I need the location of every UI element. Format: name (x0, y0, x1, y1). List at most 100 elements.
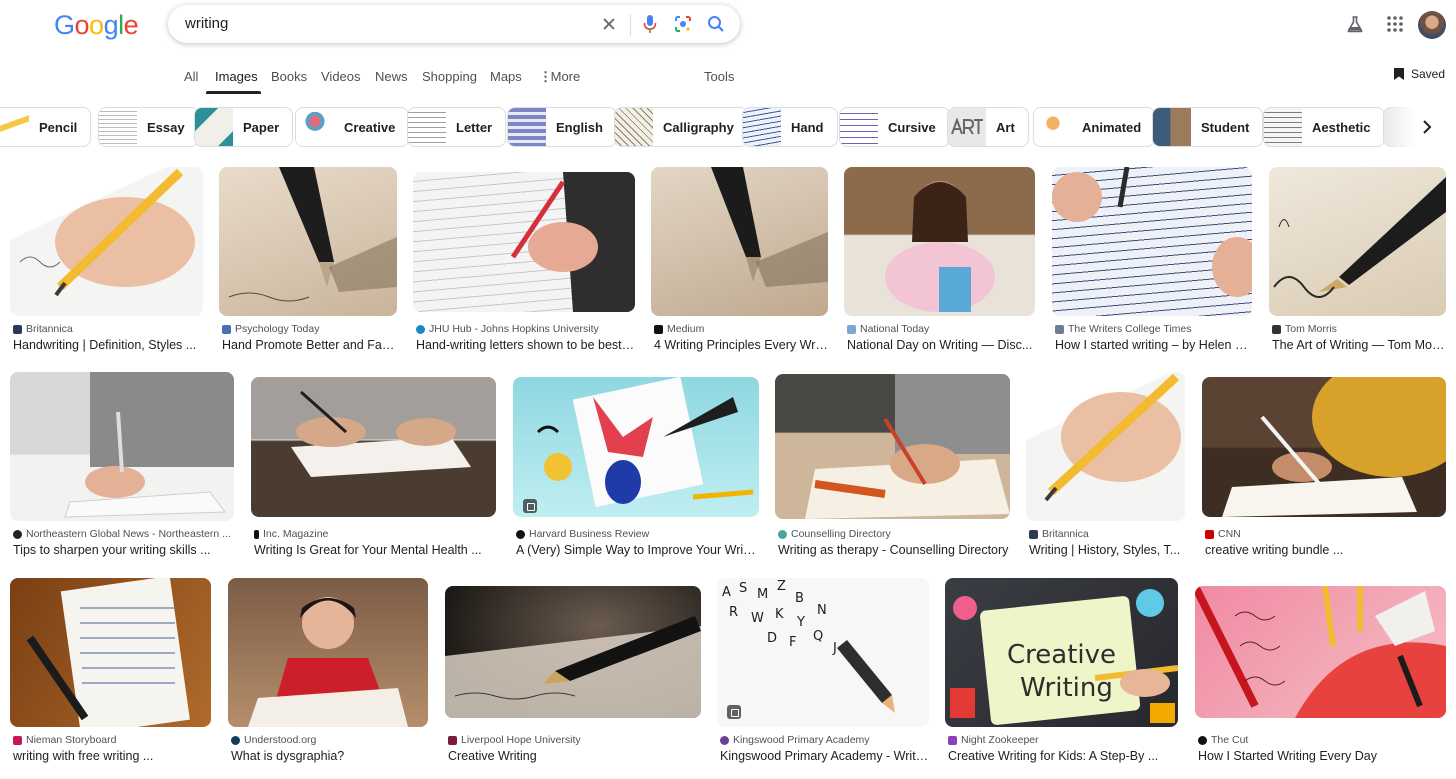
result-source: Inc. Magazine (254, 528, 496, 540)
chip-cursive[interactable]: Cursive (839, 107, 950, 147)
result-title[interactable]: How I started writing – by Helen B... (1055, 338, 1252, 352)
image-result[interactable]: Britannica Handwriting | Definition, Sty… (10, 167, 203, 357)
svg-text:Z: Z (777, 579, 786, 594)
chip-english[interactable]: English (507, 107, 617, 147)
chip-label: Animated (1082, 119, 1142, 135)
result-source: Nieman Storyboard (13, 734, 211, 746)
chip-creative[interactable]: Creative (295, 107, 410, 147)
chips-next-arrow-icon[interactable] (1414, 114, 1440, 140)
image-result[interactable]: CNN creative writing bundle ... (1202, 372, 1446, 562)
tab-maps[interactable]: Maps (490, 69, 522, 84)
chip-pencil[interactable]: Pencil (0, 107, 92, 147)
result-source-label: Psychology Today (235, 323, 320, 335)
chip-paper[interactable]: Paper (194, 107, 294, 147)
image-result[interactable]: Inc. Magazine Writing Is Great for Your … (251, 372, 496, 562)
result-title[interactable]: Tips to sharpen your writing skills ... (13, 543, 234, 557)
result-title[interactable]: Writing as therapy - Counselling Directo… (778, 543, 1010, 557)
result-title[interactable]: Handwriting | Definition, Styles ... (13, 338, 203, 352)
google-logo[interactable]: Google (54, 10, 139, 41)
image-result[interactable]: Nieman Storyboard writing with free writ… (10, 578, 211, 768)
result-thumbnail (228, 578, 428, 727)
result-title[interactable]: 4 Writing Principles Every Wri... (654, 338, 828, 352)
result-source-label: Northeastern Global News - Northeastern … (26, 528, 231, 540)
result-source-label: Night Zookeeper (961, 734, 1039, 746)
svg-text:B: B (795, 591, 804, 606)
chip-thumbnail (1264, 108, 1302, 146)
image-result[interactable]: Medium 4 Writing Principles Every Wri... (651, 167, 828, 357)
image-result[interactable]: Northeastern Global News - Northeastern … (10, 372, 234, 562)
result-source: Understood.org (231, 734, 428, 746)
tools-button[interactable]: Tools (704, 69, 734, 84)
result-title[interactable]: A (Very) Simple Way to Improve Your Writ… (516, 543, 759, 557)
result-title[interactable]: Creative Writing (448, 749, 701, 763)
chip-label: Letter (456, 119, 493, 135)
bookmark-icon (1394, 68, 1404, 80)
result-title[interactable]: Writing | History, Styles, T... (1029, 543, 1185, 557)
favicon-icon (778, 529, 787, 539)
image-result[interactable]: Understood.org What is dysgraphia? (228, 578, 428, 768)
image-result[interactable]: Britannica Writing | History, Styles, T.… (1026, 372, 1185, 562)
result-thumbnail (1195, 586, 1446, 718)
clear-icon[interactable] (599, 14, 619, 34)
result-source-label: National Today (860, 323, 930, 335)
logo-letter: o (89, 10, 104, 40)
tab-news[interactable]: News (375, 69, 408, 84)
tab-images[interactable]: Images (215, 69, 258, 84)
labs-flask-icon[interactable] (1345, 14, 1365, 34)
result-title[interactable]: Kingswood Primary Academy - Writing (720, 749, 929, 763)
result-title[interactable]: Writing Is Great for Your Mental Health … (254, 543, 496, 557)
image-result[interactable]: Tom Morris The Art of Writing — Tom Morr… (1269, 167, 1446, 357)
result-title[interactable]: Hand-writing letters shown to be best ..… (416, 338, 635, 352)
tab-shopping[interactable]: Shopping (422, 69, 477, 84)
image-result[interactable]: Counselling Directory Writing as therapy… (775, 372, 1010, 562)
chip-hand[interactable]: Hand (742, 107, 838, 147)
result-title[interactable]: writing with free writing ... (13, 749, 211, 763)
saved-button[interactable]: Saved (1393, 67, 1445, 81)
favicon-icon (448, 735, 457, 745)
result-source: Night Zookeeper (948, 734, 1178, 746)
result-title[interactable]: How I Started Writing Every Day (1198, 749, 1446, 763)
search-icon[interactable] (706, 14, 726, 34)
tab-books[interactable]: Books (271, 69, 307, 84)
google-lens-icon[interactable] (673, 14, 693, 34)
tab-more[interactable]: ⋮ More (539, 69, 580, 85)
image-result[interactable]: JHU Hub - Johns Hopkins University Hand-… (413, 167, 635, 357)
chip-calligraphy[interactable]: Calligraphy (614, 107, 748, 147)
account-avatar[interactable] (1418, 11, 1446, 39)
chip-essay[interactable]: Essay (98, 107, 199, 147)
chip-aesthetic[interactable]: Aesthetic (1263, 107, 1385, 147)
result-title[interactable]: Creative Writing for Kids: A Step-By ... (948, 749, 1178, 763)
result-title[interactable]: creative writing bundle ... (1205, 543, 1446, 557)
result-thumbnail (1202, 377, 1446, 517)
tab-all[interactable]: All (184, 69, 198, 84)
chip-art[interactable]: Art (947, 107, 1029, 147)
chip-letter[interactable]: Letter (407, 107, 507, 147)
result-source-label: The Writers College Times (1068, 323, 1192, 335)
image-result[interactable]: National Today National Day on Writing —… (844, 167, 1035, 357)
search-input[interactable]: writing (185, 15, 228, 32)
chip-thumbnail (615, 108, 653, 146)
image-result[interactable]: The Writers College Times How I started … (1052, 167, 1252, 357)
chip-student[interactable]: Student (1152, 107, 1264, 147)
favicon-icon (13, 529, 22, 539)
result-title[interactable]: What is dysgraphia? (231, 749, 428, 763)
microphone-icon[interactable] (640, 14, 660, 34)
image-result[interactable]: Harvard Business Review A (Very) Simple … (513, 372, 759, 562)
svg-text:W: W (751, 611, 764, 626)
result-title[interactable]: Hand Promote Better and Fas... (222, 338, 397, 352)
image-result[interactable]: Psychology Today Hand Promote Better and… (219, 167, 397, 357)
apps-grid-icon[interactable] (1385, 14, 1405, 34)
result-title[interactable]: The Art of Writing — Tom Morris (1272, 338, 1446, 352)
image-result[interactable]: ASMZB RWKYN DF QJ Kingswood Primary Academy… (717, 578, 929, 768)
result-title[interactable]: National Day on Writing — Disc... (847, 338, 1035, 352)
image-result[interactable]: Liverpool Hope University Creative Writi… (445, 578, 701, 768)
favicon-icon (231, 735, 240, 745)
chip-label: Calligraphy (663, 119, 734, 135)
image-result[interactable]: The Cut How I Started Writing Every Day (1195, 578, 1446, 768)
result-source-label: Harvard Business Review (529, 528, 650, 540)
chip-animated[interactable]: Animated (1033, 107, 1156, 147)
result-source: The Writers College Times (1055, 323, 1252, 335)
tab-videos[interactable]: Videos (321, 69, 361, 84)
image-result[interactable]: Creative Writing Night Zookeeper Creative… (945, 578, 1178, 768)
search-box[interactable]: writing (168, 5, 740, 43)
